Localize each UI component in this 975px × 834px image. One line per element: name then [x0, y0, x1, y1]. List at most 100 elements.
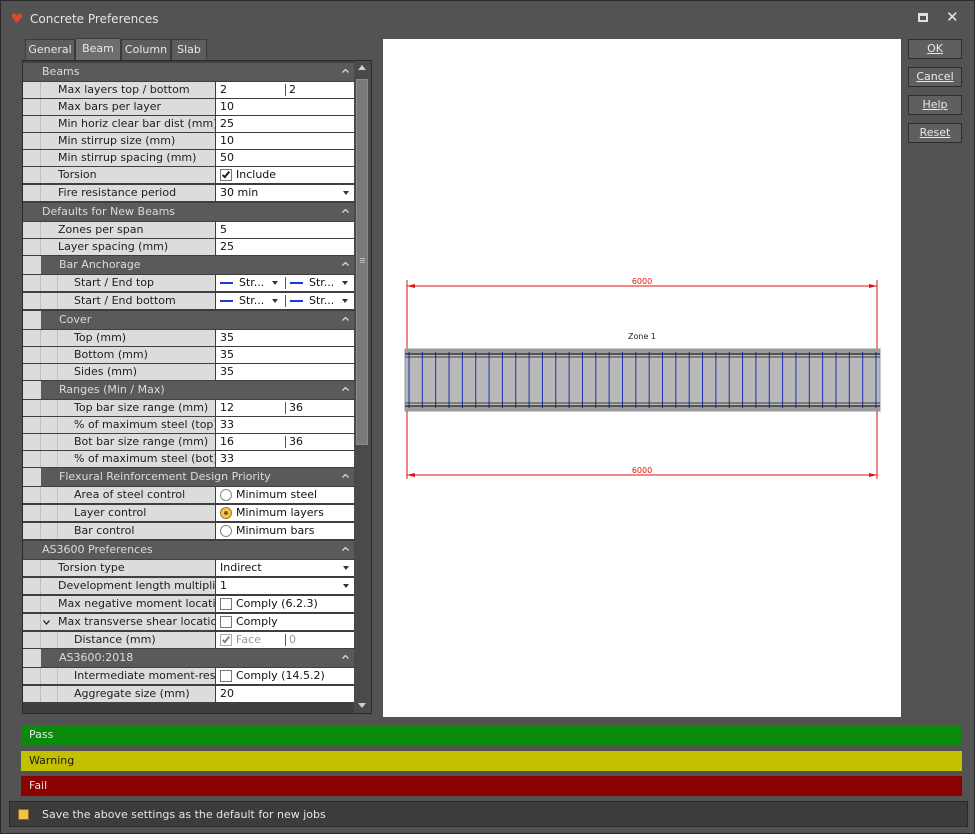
collapse-icon[interactable]: [342, 69, 349, 73]
section-header[interactable]: Defaults for New Beams: [23, 203, 354, 221]
radio-button[interactable]: [220, 507, 232, 519]
property-value[interactable]: 5: [216, 222, 354, 238]
section-header[interactable]: AS3600:2018: [23, 649, 354, 667]
property-row[interactable]: Layer spacing (mm) 25: [23, 239, 354, 256]
property-value[interactable]: 22: [216, 82, 354, 98]
dropdown-arrow-icon[interactable]: [342, 281, 348, 285]
section-header[interactable]: Bar Anchorage: [23, 256, 354, 274]
checkbox[interactable]: [220, 169, 232, 181]
pass-bar[interactable]: Pass: [21, 725, 962, 745]
property-value[interactable]: 1: [216, 578, 354, 594]
property-row[interactable]: Top bar size range (mm) 12 36: [23, 400, 354, 417]
property-value[interactable]: Face 0: [216, 632, 354, 648]
reset-button[interactable]: Reset: [908, 123, 962, 143]
property-value[interactable]: Indirect: [216, 560, 354, 576]
property-value[interactable]: Comply: [216, 614, 354, 630]
property-value[interactable]: 50: [216, 150, 354, 166]
property-row[interactable]: Torsion Include: [23, 167, 354, 184]
section-header[interactable]: Ranges (Min / Max): [23, 381, 354, 399]
collapse-icon[interactable]: [342, 209, 349, 213]
scroll-up-icon[interactable]: [358, 65, 366, 70]
dropdown-arrow-icon[interactable]: [272, 299, 278, 303]
save-default-bar[interactable]: Save the above settings as the default f…: [9, 801, 968, 827]
section-header[interactable]: Flexural Reinforcement Design Priority: [23, 468, 354, 486]
radio-button[interactable]: [220, 489, 232, 501]
tab-beam[interactable]: Beam: [75, 38, 121, 61]
section-header[interactable]: AS3600 Preferences: [23, 541, 354, 559]
cancel-button[interactable]: Cancel: [908, 67, 962, 87]
property-row[interactable]: Area of steel control Minimum steel: [23, 487, 354, 504]
property-row[interactable]: Start / End top Str... Str...: [23, 275, 354, 292]
property-row[interactable]: % of maximum steel (bot) 33: [23, 451, 354, 468]
property-value[interactable]: Comply (14.5.2): [216, 668, 354, 684]
tab-column[interactable]: Column: [121, 39, 171, 61]
checkbox[interactable]: [220, 616, 232, 628]
property-row[interactable]: Min stirrup size (mm) 10: [23, 133, 354, 150]
property-row[interactable]: Max bars per layer 10: [23, 99, 354, 116]
property-row[interactable]: Bottom (mm) 35: [23, 347, 354, 364]
property-value[interactable]: 33: [216, 451, 354, 467]
maximize-button[interactable]: [918, 13, 928, 22]
property-value[interactable]: Str... Str...: [216, 293, 354, 309]
dropdown-arrow-icon[interactable]: [343, 584, 349, 588]
property-value[interactable]: Minimum bars: [216, 523, 354, 539]
collapse-icon[interactable]: [342, 387, 349, 391]
scroll-down-icon[interactable]: [358, 703, 366, 708]
value-min[interactable]: 2: [220, 82, 227, 98]
collapse-icon[interactable]: [342, 474, 349, 478]
warning-bar[interactable]: Warning: [21, 751, 962, 771]
scroll-thumb[interactable]: [356, 79, 368, 445]
value-min[interactable]: 16: [220, 434, 234, 450]
property-row[interactable]: Torsion type Indirect: [23, 560, 354, 577]
property-row[interactable]: Bar control Minimum bars: [23, 523, 354, 540]
property-value[interactable]: 25: [216, 239, 354, 255]
property-value[interactable]: 35: [216, 364, 354, 380]
property-row[interactable]: Sides (mm) 35: [23, 364, 354, 381]
fail-bar[interactable]: Fail: [21, 776, 962, 796]
dropdown-arrow-icon[interactable]: [342, 299, 348, 303]
collapse-icon[interactable]: [342, 317, 349, 321]
close-button[interactable]: ✕: [946, 8, 959, 26]
property-row[interactable]: Max layers top / bottom 2 2: [23, 82, 354, 99]
section-header[interactable]: Beams: [23, 63, 354, 81]
value-max[interactable]: 2: [289, 82, 296, 98]
property-value[interactable]: Comply (6.2.3): [216, 596, 354, 612]
property-value[interactable]: Minimum layers: [216, 505, 354, 521]
property-row[interactable]: Zones per span 5: [23, 222, 354, 239]
property-row[interactable]: Min horiz clear bar dist (mm) 25: [23, 116, 354, 133]
collapse-icon[interactable]: [342, 547, 349, 551]
expand-chevron-icon[interactable]: [43, 620, 50, 625]
property-row[interactable]: Intermediate moment-resis... Comply (14.5…: [23, 668, 354, 685]
property-value[interactable]: Minimum steel: [216, 487, 354, 503]
property-value[interactable]: 30 min: [216, 185, 354, 201]
property-value[interactable]: 20: [216, 686, 354, 702]
dropdown-arrow-icon[interactable]: [343, 566, 349, 570]
property-row[interactable]: Bot bar size range (mm) 16 36: [23, 434, 354, 451]
property-row[interactable]: Start / End bottom Str... Str...: [23, 293, 354, 310]
property-value[interactable]: 10: [216, 99, 354, 115]
property-row[interactable]: Top (mm) 35: [23, 330, 354, 347]
dropdown-arrow-icon[interactable]: [343, 191, 349, 195]
property-value[interactable]: 35: [216, 347, 354, 363]
property-row[interactable]: Min stirrup spacing (mm) 50: [23, 150, 354, 167]
property-value[interactable]: 35: [216, 330, 354, 346]
help-button[interactable]: Help: [908, 95, 962, 115]
tab-general[interactable]: General: [25, 39, 75, 61]
property-value[interactable]: 25: [216, 116, 354, 132]
section-header[interactable]: Cover: [23, 311, 354, 329]
value-max[interactable]: 36: [289, 434, 303, 450]
value-max[interactable]: 36: [289, 400, 303, 416]
grid-scrollbar[interactable]: [354, 61, 371, 713]
property-value[interactable]: Str... Str...: [216, 275, 354, 291]
property-row[interactable]: Max transverse shear location Comply: [23, 614, 354, 631]
value-min[interactable]: 12: [220, 400, 234, 416]
checkbox[interactable]: [220, 598, 232, 610]
tab-slab[interactable]: Slab: [171, 39, 207, 61]
radio-button[interactable]: [220, 525, 232, 537]
ok-button[interactable]: OK: [908, 39, 962, 59]
property-value[interactable]: 12 36: [216, 400, 354, 416]
property-row[interactable]: Aggregate size (mm) 20: [23, 686, 354, 703]
property-value[interactable]: 33: [216, 417, 354, 433]
checkbox[interactable]: [220, 670, 232, 682]
property-value[interactable]: 10: [216, 133, 354, 149]
